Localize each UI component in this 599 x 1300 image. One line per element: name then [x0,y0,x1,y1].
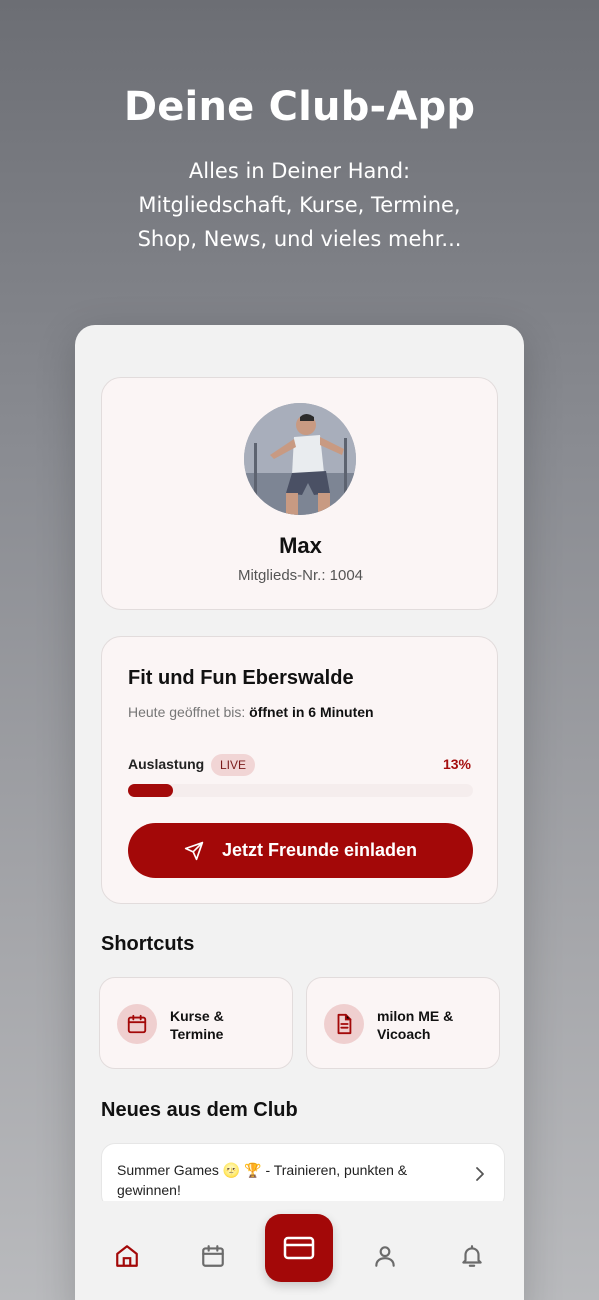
avatar[interactable] [244,403,356,515]
hero-title: Deine Club-App [123,84,476,130]
invite-friends-button[interactable]: Jetzt Freunde einladen [128,823,473,878]
club-name: Fit und Fun Eberswalde [128,667,354,689]
chevron-right-icon [476,1167,484,1181]
news-title: Neues aus dem Club [101,1099,298,1121]
home-icon [116,1245,138,1267]
opening-hours: Heute geöffnet bis: öffnet in 6 Minuten [128,704,374,720]
hero-subtitle-line: Alles in Deiner Hand: [188,159,411,183]
load-progress-fill [128,784,173,797]
news-item-text: Summer Games 🌝 🏆 - Trainieren, punkten &… [117,1162,408,1198]
app-screen: Max Mitglieds-Nr.: 1004 Fit und Fun Eber… [75,325,524,1300]
document-icon [324,1004,364,1044]
profile-card[interactable]: Max Mitglieds-Nr.: 1004 [101,377,498,610]
nav-notifications[interactable] [457,1241,487,1271]
member-number: Mitglieds-Nr.: 1004 [237,567,364,584]
load-progress-bar [128,784,473,797]
nav-home[interactable] [112,1241,142,1271]
invite-button-label: Jetzt Freunde einladen [221,840,418,860]
load-label: Auslastung [128,756,205,772]
profile-name: Max [279,533,322,558]
calendar-icon [117,1004,157,1044]
bell-icon [462,1245,482,1267]
load-percent: 13% [442,756,471,772]
hero-subtitle: Alles in Deiner Hand: Mitgliedschaft, Ku… [0,154,599,256]
hours-value: öffnet in 6 Minuten [249,704,374,720]
profile-icon [375,1246,395,1267]
shortcut-courses[interactable]: Kurse & Termine [99,977,293,1069]
nav-profile[interactable] [370,1241,400,1271]
card-icon [283,1236,315,1260]
avatar-photo [244,403,356,515]
calendar-icon [202,1245,224,1267]
shortcut-label: milon ME & Vicoach [377,1008,454,1042]
hours-label: Heute geöffnet bis: [128,704,246,720]
nav-membership-card[interactable] [265,1214,333,1282]
news-item[interactable]: Summer Games 🌝 🏆 - Trainieren, punkten &… [101,1143,505,1209]
club-card: Fit und Fun Eberswalde Heute geöffnet bi… [101,636,498,904]
nav-calendar[interactable] [198,1241,228,1271]
send-icon [184,841,204,860]
bottom-navigation [75,1201,524,1300]
live-badge: LIVE [211,754,256,776]
hero-subtitle-line: Mitgliedschaft, Kurse, Termine, [138,193,461,217]
hero-subtitle-line: Shop, News, und vieles mehr... [137,227,462,251]
shortcuts-title: Shortcuts [101,933,195,955]
shortcut-label: Kurse & Termine [170,1008,224,1042]
shortcut-milon[interactable]: milon ME & Vicoach [306,977,500,1069]
